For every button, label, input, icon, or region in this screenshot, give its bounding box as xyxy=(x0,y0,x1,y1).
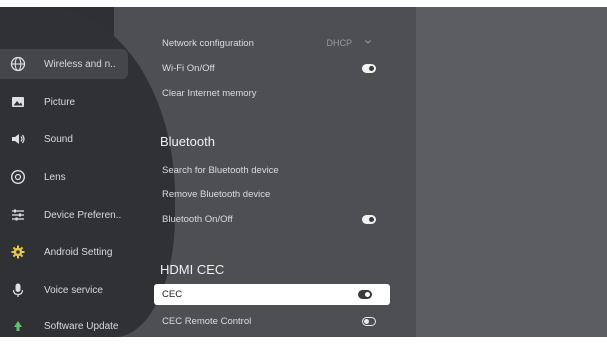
update-icon xyxy=(10,318,26,334)
cec-remote-control-label: CEC Remote Control xyxy=(162,315,252,327)
sidebar-item-software-update[interactable]: Software Update xyxy=(0,311,128,337)
sidebar-item-label: Voice service xyxy=(44,284,103,296)
speaker-icon xyxy=(10,131,26,147)
sidebar-item-label: Sound xyxy=(44,133,73,145)
sidebar-item-lens[interactable]: Lens xyxy=(0,162,128,192)
hdmi-cec-heading: HDMI CEC xyxy=(160,262,225,277)
wifi-toggle-row[interactable]: Wi-Fi On/Off xyxy=(160,59,390,77)
network-configuration-label: Network configuration xyxy=(162,37,254,49)
sliders-icon xyxy=(10,207,26,223)
bluetooth-search-row[interactable]: Search for Bluetooth device xyxy=(160,161,390,179)
microphone-icon xyxy=(10,282,26,298)
cec-remote-control-toggle-switch[interactable] xyxy=(362,316,376,326)
sidebar-item-label: Picture xyxy=(44,96,76,108)
sidebar-item-wireless[interactable]: Wireless and n.. xyxy=(0,49,128,79)
gear-icon xyxy=(10,244,26,260)
cec-remote-control-row[interactable]: CEC Remote Control xyxy=(160,312,390,330)
wifi-toggle-label: Wi-Fi On/Off xyxy=(162,62,215,74)
cec-toggle-switch[interactable] xyxy=(358,290,372,299)
detail-pane xyxy=(416,7,607,337)
chevron-down-icon xyxy=(364,38,372,49)
tv-settings-screen: Wireless and n.. Picture Sound Lens Devi… xyxy=(0,7,607,337)
network-configuration-value: DHCP xyxy=(326,38,352,48)
sidebar-item-label: Wireless and n.. xyxy=(44,58,116,70)
sidebar-item-device-preferences[interactable]: Device Preferen.. xyxy=(0,200,128,230)
sidebar-item-label: Software Update xyxy=(44,320,119,332)
clear-internet-memory-label: Clear Internet memory xyxy=(162,87,257,99)
bluetooth-toggle-label: Bluetooth On/Off xyxy=(162,213,233,225)
clear-internet-memory-row[interactable]: Clear Internet memory xyxy=(160,84,390,102)
cec-label: CEC xyxy=(162,289,183,300)
lens-icon xyxy=(10,169,26,185)
bluetooth-search-label: Search for Bluetooth device xyxy=(162,164,279,176)
sidebar-item-label: Device Preferen.. xyxy=(44,209,122,221)
sidebar-item-voice-service[interactable]: Voice service xyxy=(0,275,128,305)
cec-row[interactable]: CEC xyxy=(154,284,390,305)
globe-icon xyxy=(10,56,26,72)
bluetooth-remove-row[interactable]: Remove Bluetooth device xyxy=(160,185,390,203)
network-configuration-row[interactable]: Network configuration DHCP xyxy=(160,34,390,52)
bluetooth-toggle-switch[interactable] xyxy=(362,214,376,224)
sidebar-item-sound[interactable]: Sound xyxy=(0,124,128,154)
picture-icon xyxy=(10,94,26,110)
sidebar-item-label: Lens xyxy=(44,171,66,183)
sidebar-item-android-setting[interactable]: Android Setting xyxy=(0,237,128,267)
bluetooth-remove-label: Remove Bluetooth device xyxy=(162,188,271,200)
sidebar-item-label: Android Setting xyxy=(44,246,113,258)
bluetooth-toggle-row[interactable]: Bluetooth On/Off xyxy=(160,210,390,228)
sidebar-item-picture[interactable]: Picture xyxy=(0,87,128,117)
bluetooth-heading: Bluetooth xyxy=(160,134,215,149)
wifi-toggle-switch[interactable] xyxy=(362,63,376,73)
